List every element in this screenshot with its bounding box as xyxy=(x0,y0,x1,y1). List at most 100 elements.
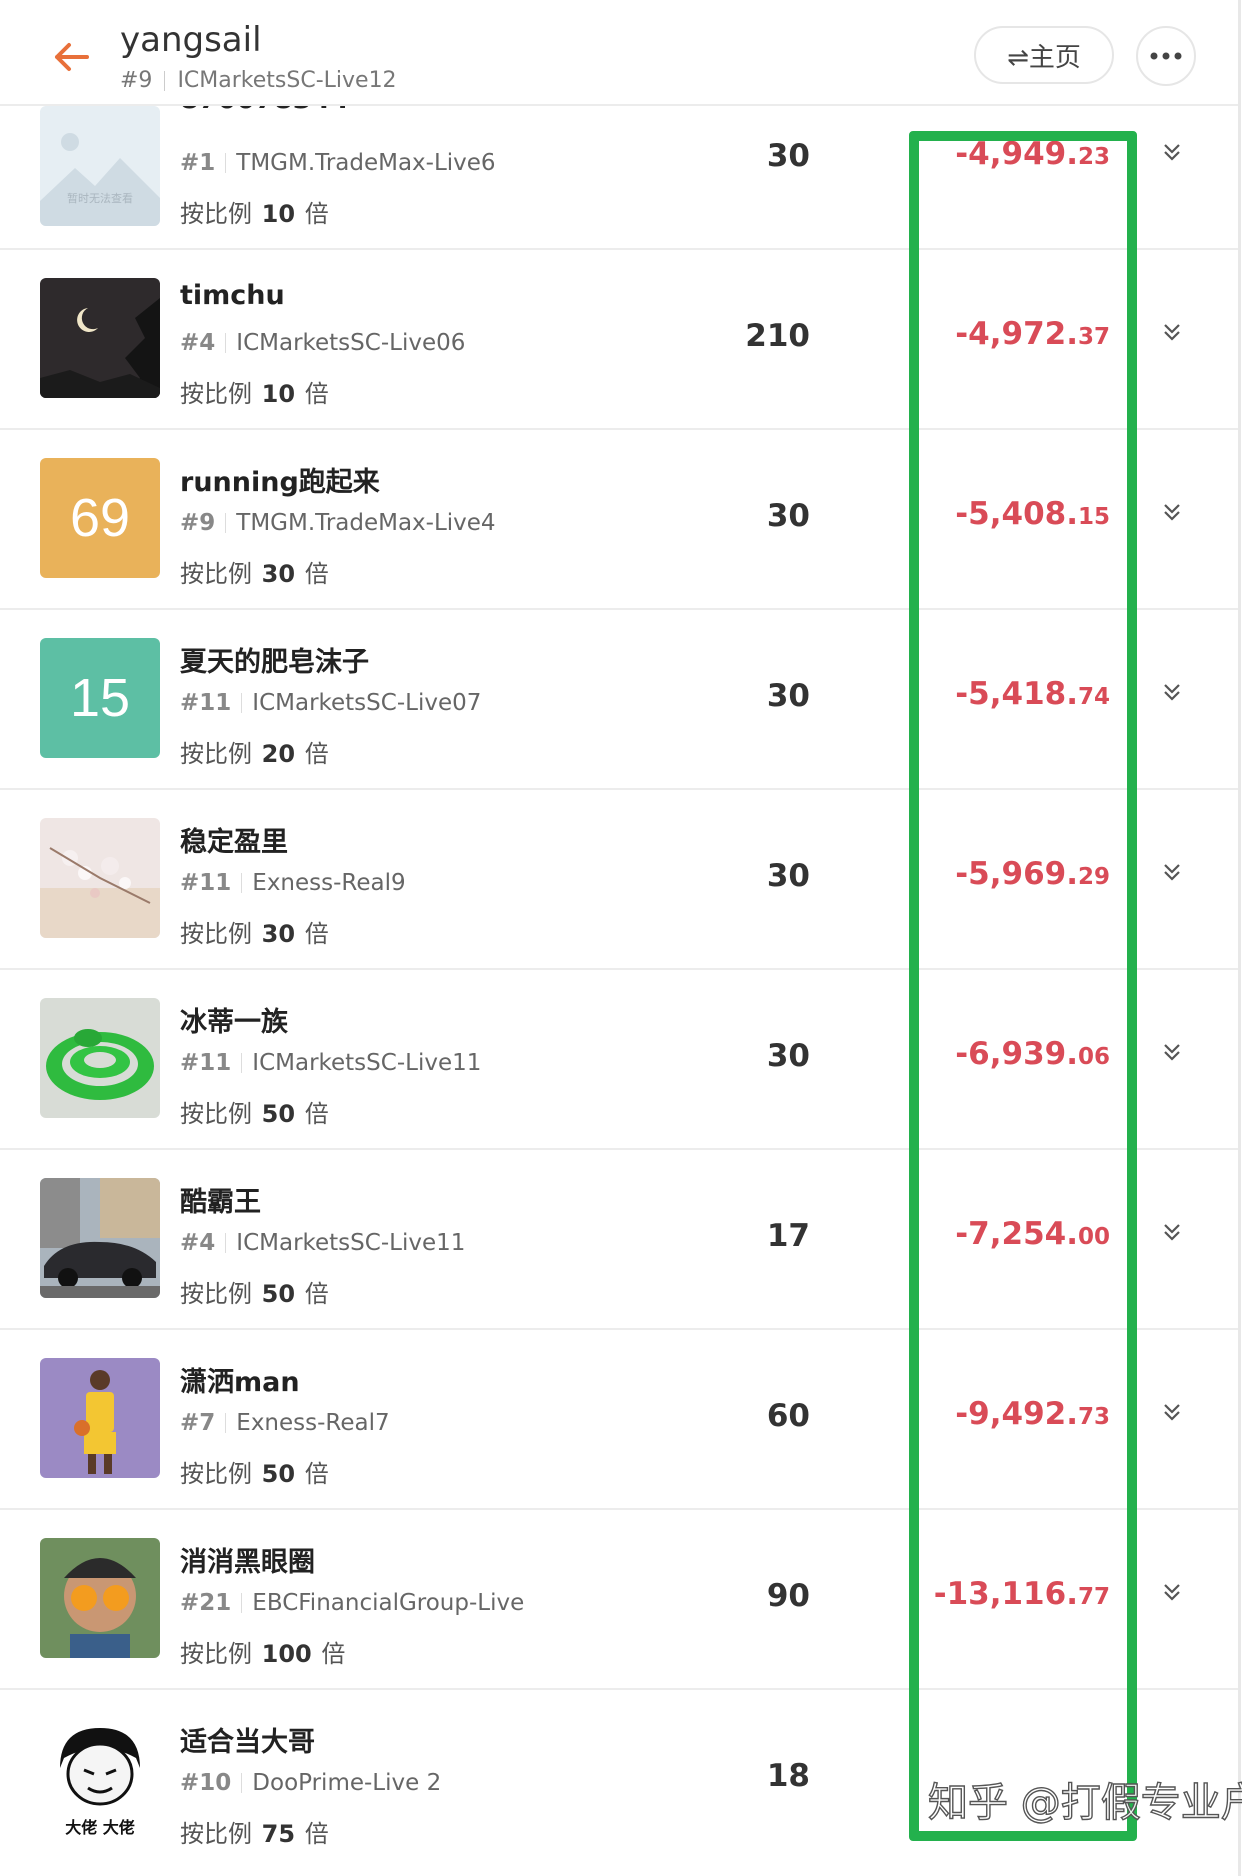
follower-meta: #4 ICMarketsSC-Live11 xyxy=(180,1230,465,1256)
rank-label: #4 xyxy=(180,330,216,356)
avatar-caption: 暂时无法查看 xyxy=(67,192,133,205)
rank-label: #9 xyxy=(120,68,153,93)
ratio-suffix: 倍 xyxy=(304,380,329,408)
ratio-prefix: 按比例 xyxy=(180,1460,252,1488)
back-arrow-icon xyxy=(55,43,89,71)
highlight-annotation xyxy=(909,131,1137,1841)
rank-label: #1 xyxy=(180,150,216,176)
expand-chevron-icon[interactable] xyxy=(1150,850,1194,894)
avatar-caption: 大佬 大佬 xyxy=(65,1818,135,1837)
follower-name: 稳定盈里 xyxy=(180,827,288,858)
expand-chevron-icon[interactable] xyxy=(1150,490,1194,534)
expand-chevron-icon[interactable] xyxy=(1150,670,1194,714)
follower-meta: #7 Exness-Real7 xyxy=(180,1410,390,1436)
rank-label: #7 xyxy=(180,1410,216,1436)
divider xyxy=(225,153,227,173)
expand-chevron-icon[interactable] xyxy=(1150,130,1194,174)
ratio-value: 50 xyxy=(261,1100,296,1128)
app-screen: 暂时无法查看 870078344 #1 TMGM.TradeMax-Live6 … xyxy=(0,0,1242,1876)
follower-meta: #11 ICMarketsSC-Live11 xyxy=(180,1050,481,1076)
ratio-label: 按比例 50 倍 xyxy=(180,1274,329,1309)
follower-name: 适合当大哥 xyxy=(180,1727,315,1758)
ratio-suffix: 倍 xyxy=(304,1280,329,1308)
avatar xyxy=(40,1178,160,1298)
server-label: EBCFinancialGroup-Live xyxy=(252,1590,525,1616)
expand-chevron-icon[interactable] xyxy=(1150,1030,1194,1074)
avatar: 69 xyxy=(40,458,160,578)
divider xyxy=(241,1053,243,1073)
avatar xyxy=(40,998,160,1118)
ratio-suffix: 倍 xyxy=(304,200,329,228)
server-label: ICMarketsSC-Live07 xyxy=(252,690,482,716)
ratio-value: 50 xyxy=(261,1460,296,1488)
ratio-prefix: 按比例 xyxy=(180,200,252,228)
rank-label: #4 xyxy=(180,1230,216,1256)
expand-chevron-icon[interactable] xyxy=(1150,1390,1194,1434)
watermark: 知乎 @打假专业户 xyxy=(927,1779,1242,1826)
rank-label: #11 xyxy=(180,690,232,716)
home-button[interactable]: ⇌主页 xyxy=(974,26,1114,84)
ratio-label: 按比例 30 倍 xyxy=(180,914,329,949)
avatar xyxy=(40,1538,160,1658)
server-label: ICMarketsSC-Live11 xyxy=(252,1050,482,1076)
divider xyxy=(241,1593,243,1613)
back-button[interactable] xyxy=(44,30,98,84)
expand-chevron-icon[interactable] xyxy=(1150,1210,1194,1254)
divider xyxy=(164,70,166,91)
ratio-prefix: 按比例 xyxy=(180,1100,252,1128)
trade-count: 30 xyxy=(766,678,810,714)
ratio-prefix: 按比例 xyxy=(180,740,252,768)
divider xyxy=(241,873,243,893)
divider xyxy=(241,693,243,713)
follower-name: 夏天的肥皂沫子 xyxy=(180,647,369,678)
ratio-value: 10 xyxy=(261,200,296,228)
follower-name: timchu xyxy=(180,280,285,311)
ratio-prefix: 按比例 xyxy=(180,1280,252,1308)
expand-chevron-icon[interactable] xyxy=(1150,1570,1194,1614)
server-label: DooPrime-Live 2 xyxy=(252,1770,442,1796)
copy-trading-panel: 暂时无法查看 870078344 #1 TMGM.TradeMax-Live6 … xyxy=(0,0,1242,1876)
server-label: ICMarketsSC-Live12 xyxy=(177,68,397,93)
server-label: Exness-Real7 xyxy=(236,1410,390,1436)
ratio-suffix: 倍 xyxy=(304,1100,329,1128)
server-label: Exness-Real9 xyxy=(252,870,406,896)
server-label: ICMarketsSC-Live11 xyxy=(236,1230,466,1256)
ratio-value: 30 xyxy=(261,920,296,948)
ratio-suffix: 倍 xyxy=(304,1820,329,1848)
home-label: ⇌主页 xyxy=(1007,42,1081,73)
avatar-placeholder: 暂时无法查看 xyxy=(40,106,160,226)
ratio-suffix: 倍 xyxy=(304,740,329,768)
trade-count: 30 xyxy=(766,858,810,894)
number-avatar: 15 xyxy=(40,638,160,758)
rank-label: #21 xyxy=(180,1590,232,1616)
ratio-label: 按比例 50 倍 xyxy=(180,1094,329,1129)
follower-name: 酷霸王 xyxy=(180,1187,261,1218)
orange-eyes-image xyxy=(40,1538,160,1658)
ratio-label: 按比例 10 倍 xyxy=(180,374,329,409)
green-snake-image xyxy=(40,998,160,1118)
ratio-prefix: 按比例 xyxy=(180,1820,252,1848)
avatar xyxy=(40,278,160,398)
more-button[interactable] xyxy=(1136,26,1196,86)
ratio-value: 75 xyxy=(261,1820,296,1848)
ratio-label: 按比例 75 倍 xyxy=(180,1814,329,1849)
ratio-value: 50 xyxy=(261,1280,296,1308)
avatar: 大佬 大佬 xyxy=(40,1718,160,1838)
expand-chevron-icon[interactable] xyxy=(1150,310,1194,354)
server-label: TMGM.TradeMax-Live4 xyxy=(236,510,496,536)
trade-count: 30 xyxy=(766,138,810,174)
rank-label: #11 xyxy=(180,870,232,896)
top-bar: yangsail #9 ICMarketsSC-Live12 ⇌主页 xyxy=(0,0,1238,106)
follower-meta: #1 TMGM.TradeMax-Live6 xyxy=(180,150,496,176)
rank-label: #10 xyxy=(180,1770,232,1796)
ratio-prefix: 按比例 xyxy=(180,1640,252,1668)
number-avatar: 69 xyxy=(40,458,160,578)
ratio-label: 按比例 100 倍 xyxy=(180,1634,345,1669)
ratio-value: 20 xyxy=(261,740,296,768)
follower-meta: #11 Exness-Real9 xyxy=(180,870,406,896)
divider xyxy=(225,1413,227,1433)
ratio-label: 按比例 30 倍 xyxy=(180,554,329,589)
ratio-label: 按比例 50 倍 xyxy=(180,1454,329,1489)
ratio-label: 按比例 10 倍 xyxy=(180,194,329,229)
ratio-value: 30 xyxy=(261,560,296,588)
